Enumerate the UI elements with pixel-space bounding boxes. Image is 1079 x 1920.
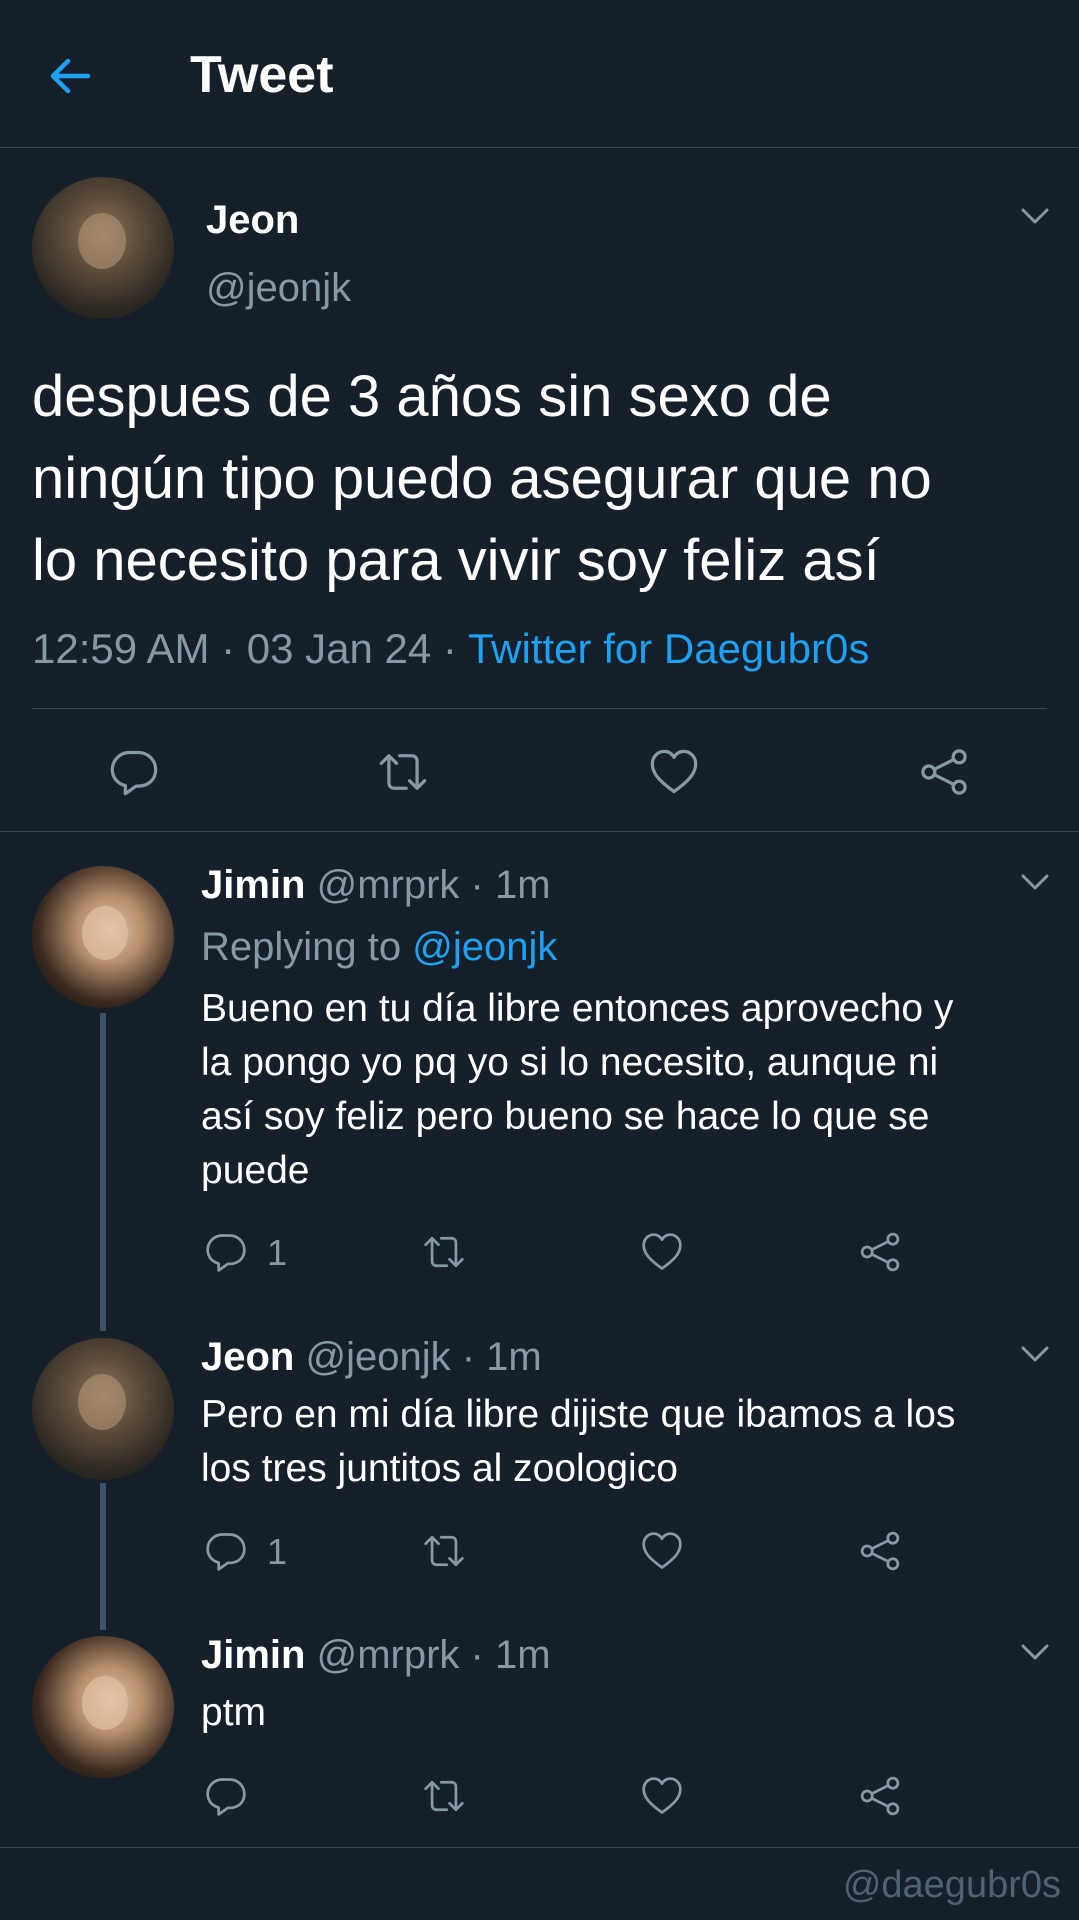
reply-actions bbox=[0, 1772, 1079, 1822]
chevron-down-icon[interactable] bbox=[1015, 196, 1055, 236]
retweet-icon[interactable] bbox=[377, 746, 429, 798]
reply-text: Bueno en tu día libre entonces aprovecho… bbox=[201, 987, 954, 1192]
author-handle-time: @mrprk · 1m bbox=[316, 1633, 551, 1677]
reply-icon[interactable] bbox=[204, 1529, 248, 1573]
retweet-icon[interactable] bbox=[422, 1529, 466, 1573]
reply-text: Pero en mi día libre dijiste que ibamos … bbox=[201, 1393, 956, 1490]
reply-count: 1 bbox=[267, 1232, 288, 1273]
divider bbox=[0, 831, 1079, 832]
like-icon[interactable] bbox=[648, 746, 700, 798]
reply-icon[interactable] bbox=[204, 1774, 248, 1818]
avatar[interactable] bbox=[32, 1636, 174, 1778]
reply-text: ptm bbox=[201, 1691, 267, 1734]
share-icon[interactable] bbox=[858, 1230, 902, 1274]
tweet-timestamp: 12:59 AM · 03 Jan 24 · bbox=[32, 625, 468, 672]
replying-to-label: Replying to bbox=[201, 925, 413, 969]
author-handle-time: @mrprk · 1m bbox=[316, 863, 551, 907]
chevron-down-icon[interactable] bbox=[1015, 1334, 1055, 1374]
share-icon[interactable] bbox=[858, 1529, 902, 1573]
reply-header: Jimin @mrprk · 1m bbox=[201, 1631, 551, 1679]
author-name[interactable]: Jimin bbox=[201, 863, 305, 907]
author-name[interactable]: Jeon bbox=[201, 1335, 294, 1379]
avatar[interactable] bbox=[32, 1338, 174, 1480]
replying-to-handle[interactable]: @jeonjk bbox=[412, 925, 557, 969]
avatar[interactable] bbox=[32, 866, 174, 1008]
author-handle-time: @jeonjk · 1m bbox=[305, 1335, 542, 1379]
page-title: Tweet bbox=[190, 46, 334, 104]
chevron-down-icon[interactable] bbox=[1015, 862, 1055, 902]
tweet-source-link[interactable]: Twitter for Daegubr0s bbox=[468, 625, 870, 672]
divider bbox=[0, 1847, 1079, 1848]
retweet-icon[interactable] bbox=[422, 1230, 466, 1274]
tweet-actions bbox=[0, 730, 1079, 810]
reply-count: 1 bbox=[267, 1531, 288, 1572]
reply-actions: 1 bbox=[0, 1228, 1079, 1278]
like-icon[interactable] bbox=[640, 1774, 684, 1818]
avatar[interactable] bbox=[32, 177, 174, 319]
like-icon[interactable] bbox=[640, 1230, 684, 1274]
reply-header: Jimin @mrprk · 1m bbox=[201, 861, 551, 909]
author-name[interactable]: Jeon bbox=[206, 196, 299, 244]
like-icon[interactable] bbox=[640, 1529, 684, 1573]
author-name[interactable]: Jimin bbox=[201, 1633, 305, 1677]
reply-icon[interactable] bbox=[204, 1230, 248, 1274]
tweet-text: despues de 3 años sin sexo de ningún tip… bbox=[32, 364, 932, 593]
replying-to: Replying to @jeonjk bbox=[201, 923, 557, 971]
retweet-icon[interactable] bbox=[422, 1774, 466, 1818]
tweet-meta: 12:59 AM · 03 Jan 24 · Twitter for Daegu… bbox=[32, 622, 869, 676]
watermark: @daegubr0s bbox=[842, 1864, 1061, 1906]
chevron-down-icon[interactable] bbox=[1015, 1632, 1055, 1672]
reply-actions: 1 bbox=[0, 1527, 1079, 1577]
divider bbox=[32, 708, 1047, 709]
author-handle[interactable]: @jeonjk bbox=[206, 264, 351, 312]
share-icon[interactable] bbox=[858, 1774, 902, 1818]
reply-icon[interactable] bbox=[108, 746, 160, 798]
top-bar: Tweet bbox=[0, 0, 1079, 148]
share-icon[interactable] bbox=[918, 746, 970, 798]
thread-line bbox=[100, 1013, 106, 1331]
back-arrow-icon[interactable] bbox=[40, 46, 100, 106]
reply-header: Jeon @jeonjk · 1m bbox=[201, 1333, 542, 1381]
